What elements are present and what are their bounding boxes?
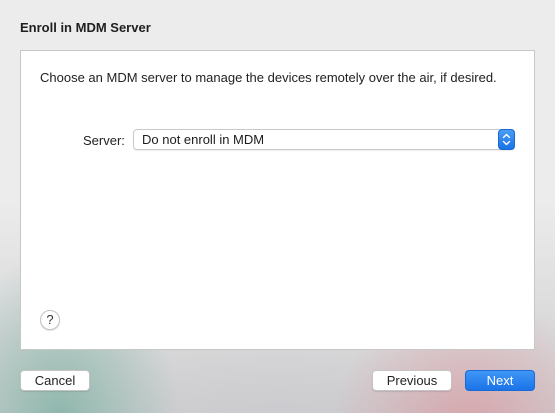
description-text: Choose an MDM server to manage the devic… (40, 70, 497, 85)
server-popup-button[interactable]: Do not enroll in MDM (133, 129, 515, 150)
content-panel: Choose an MDM server to manage the devic… (20, 50, 535, 350)
sheet-title: Enroll in MDM Server (20, 20, 151, 35)
help-icon[interactable]: ? (40, 310, 60, 330)
cancel-button[interactable]: Cancel (20, 370, 90, 391)
next-button[interactable]: Next (465, 370, 535, 391)
chevron-up-down-icon (498, 129, 515, 150)
chevron-up-down-glyph (502, 133, 511, 146)
server-label: Server: (83, 133, 125, 148)
enroll-mdm-sheet: Enroll in MDM Server Choose an MDM serve… (0, 0, 555, 413)
server-popup-value: Do not enroll in MDM (142, 132, 265, 147)
previous-button[interactable]: Previous (372, 370, 452, 391)
